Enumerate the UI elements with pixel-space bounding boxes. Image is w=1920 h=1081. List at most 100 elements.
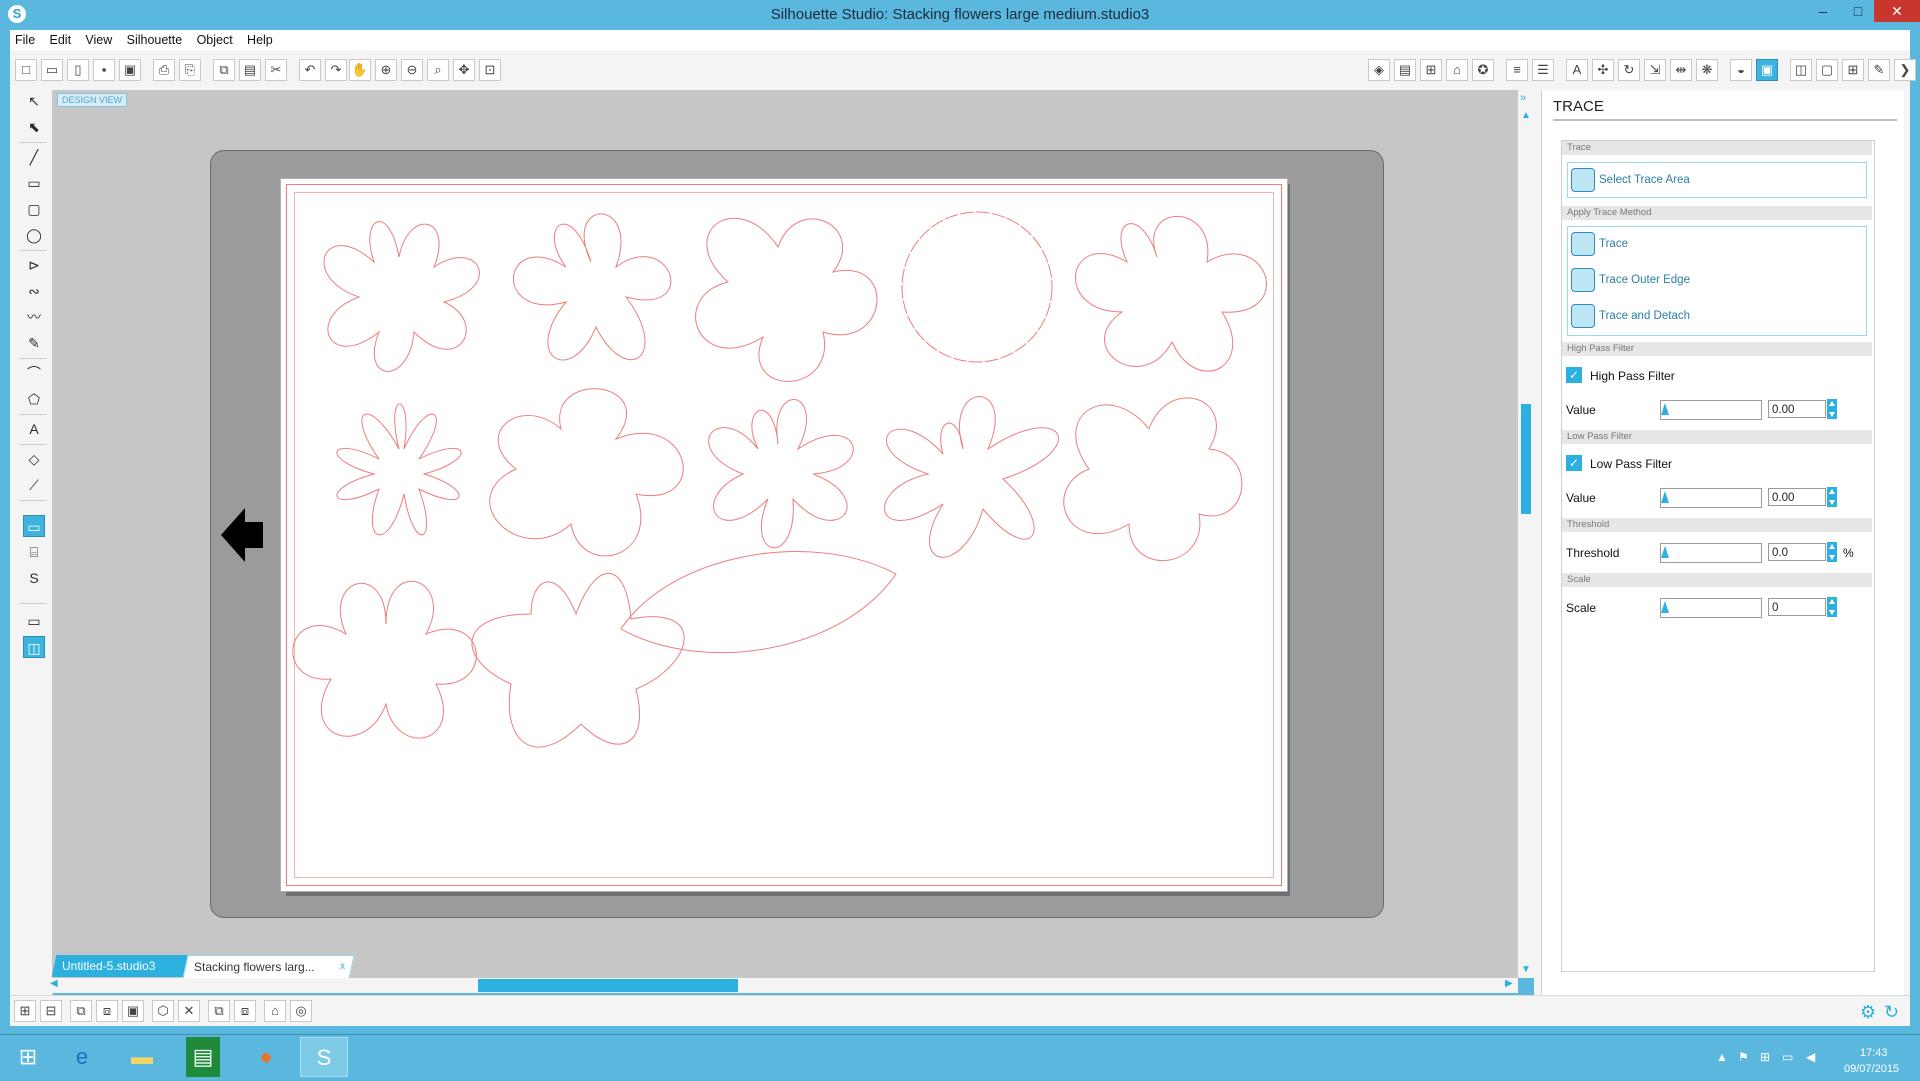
trace-and-detach-button[interactable]: Trace and Detach [1571,303,1690,329]
delete-icon[interactable]: ✕ [178,1000,200,1022]
single-view-icon[interactable]: ▭ [23,610,45,632]
mirror-icon[interactable]: ⇹ [1670,59,1692,81]
menu-object[interactable]: Object [192,30,239,47]
weld-icon[interactable]: ⬡ [152,1000,174,1022]
eraser-tool-icon[interactable]: ◇ [23,448,45,470]
design-page[interactable] [280,178,1288,892]
scroll-up-icon[interactable]: ▲ [1521,110,1531,121]
select-tool-icon[interactable]: ↖ [23,90,45,112]
smooth-freehand-icon[interactable]: ⌒ [23,362,45,384]
cut-arrow-icon[interactable]: ❯ [1894,59,1916,81]
line-style-icon[interactable]: ☰ [1532,59,1554,81]
settings-gear-icon[interactable]: ⚙ [1860,1002,1876,1023]
clock-date[interactable]: 09/07/2015 [1844,1063,1899,1075]
windows-start-icon[interactable]: ⊞ [4,1037,52,1077]
copy-icon[interactable]: ⧉ [213,59,235,81]
polygon-tool-icon[interactable]: ⊳ [23,254,45,276]
open-folder-icon[interactable]: ▭ [41,59,63,81]
store-icon[interactable]: ▤ [186,1037,220,1077]
zoom-select-icon[interactable]: ⌕ [427,59,449,81]
scale-slider[interactable] [1660,598,1762,618]
threshold-spinner[interactable] [1827,542,1837,562]
select-trace-area-button[interactable]: Select Trace Area [1571,167,1690,193]
rectangle-tool-icon[interactable]: ▭ [23,172,45,194]
internet-explorer-icon[interactable]: e [58,1037,106,1077]
clock-time[interactable]: 17:43 [1860,1047,1888,1059]
menu-silhouette[interactable]: Silhouette [122,30,189,47]
maximize-button[interactable]: □ [1838,0,1878,22]
open-library-icon[interactable]: ▯ [67,59,89,81]
cut-icon[interactable]: ✂ [265,59,287,81]
low-pass-spinner[interactable] [1827,487,1837,507]
high-pass-spinner[interactable] [1827,399,1837,419]
zoom-out-icon[interactable]: ⊖ [401,59,423,81]
curve-tool-icon[interactable]: ∾ [23,280,45,302]
trace-button[interactable]: Trace [1571,231,1628,257]
page-settings-icon[interactable]: ▤ [1394,59,1416,81]
library-view-icon[interactable]: ⌸ [23,541,45,563]
save-icon[interactable]: ▪ [93,59,115,81]
shape-library-icon[interactable]: ⬠ [23,388,45,410]
new-document-icon[interactable]: □ [15,59,37,81]
text-tool-icon[interactable]: A [23,418,45,440]
silhouette-studio-taskbar-icon[interactable]: S [300,1037,348,1077]
network-icon[interactable]: ▭ [1782,1050,1793,1064]
duplicate-icon[interactable]: ⧉ [208,1000,230,1022]
menu-view[interactable]: View [80,30,118,47]
print-cut-icon[interactable]: ⎘ [179,59,201,81]
threshold-slider[interactable] [1660,543,1762,563]
modify-icon[interactable]: ◒ [1730,59,1752,81]
low-pass-value-input[interactable]: 0.00 [1768,488,1826,506]
refresh-icon[interactable]: ↻ [1884,1002,1899,1023]
document-tab-active[interactable]: Stacking flowers larg... x [182,955,355,979]
design-view-icon[interactable]: ▭ [23,515,45,537]
high-pass-value-input[interactable]: 0.00 [1768,400,1826,418]
low-pass-slider[interactable] [1660,488,1762,508]
rounded-rectangle-tool-icon[interactable]: ▢ [23,198,45,220]
ellipse-tool-icon[interactable]: ◯ [23,224,45,246]
ungroup-icon[interactable]: ⊟ [40,1000,62,1022]
pan-hand-icon[interactable]: ✋ [349,59,371,81]
edit-points-icon[interactable]: ⬉ [23,116,45,138]
split-view-icon[interactable]: ◫ [23,636,45,658]
send-to-cutter-icon[interactable]: ✎ [1868,59,1890,81]
group-icon[interactable]: ⊞ [14,1000,36,1022]
offset-circle-icon[interactable]: ◎ [290,1000,312,1022]
offset-icon[interactable]: ◫ [1790,59,1812,81]
volume-icon[interactable]: ◀ [1806,1050,1815,1064]
knife-tool-icon[interactable]: ⟋ [23,474,45,496]
trace-outer-edge-button[interactable]: Trace Outer Edge [1571,267,1690,293]
vertical-scroll-thumb[interactable] [1521,404,1531,514]
line-color-icon[interactable]: ≡ [1506,59,1528,81]
line-tool-icon[interactable]: ╱ [23,146,45,168]
tray-up-arrow-icon[interactable]: ▲ [1716,1050,1728,1064]
zoom-in-icon[interactable]: ⊕ [375,59,397,81]
horizontal-scrollbar[interactable] [48,978,1518,993]
menu-help[interactable]: Help [242,30,279,47]
horizontal-scroll-thumb[interactable] [478,979,738,992]
high-pass-slider[interactable] [1660,400,1762,420]
file-explorer-icon[interactable]: ▬ [118,1037,166,1077]
close-tab-icon[interactable]: x [340,956,345,978]
windows-tray-icon[interactable]: ⊞ [1760,1050,1770,1064]
menu-file[interactable]: File [10,30,41,47]
replicate-icon[interactable]: ❋ [1696,59,1718,81]
minimize-button[interactable]: – [1803,0,1843,22]
knife-icon[interactable]: ▢ [1816,59,1838,81]
document-tab[interactable]: Untitled-5.studio3 x [51,955,205,977]
save-to-library-icon[interactable]: ▣ [119,59,141,81]
firefox-icon[interactable]: ● [242,1037,290,1077]
menu-edit[interactable]: Edit [45,30,78,47]
release-compound-path-icon[interactable]: ⧈ [96,1000,118,1022]
vertical-scrollbar[interactable] [1518,90,1534,978]
transform-icon[interactable]: ✣ [1592,59,1614,81]
flag-icon[interactable]: ⚑ [1738,1050,1749,1064]
print-icon[interactable]: ⎙ [153,59,175,81]
fill-color-icon[interactable]: ◈ [1368,59,1390,81]
silhouette-store-icon[interactable]: S [23,567,45,589]
rotate-icon[interactable]: ↻ [1618,59,1640,81]
design-store-icon[interactable]: ⌂ [1446,59,1468,81]
zoom-drag-icon[interactable]: ✥ [453,59,475,81]
trace-window-icon[interactable]: ▣ [1756,59,1778,81]
cut-settings-icon[interactable]: ✪ [1472,59,1494,81]
